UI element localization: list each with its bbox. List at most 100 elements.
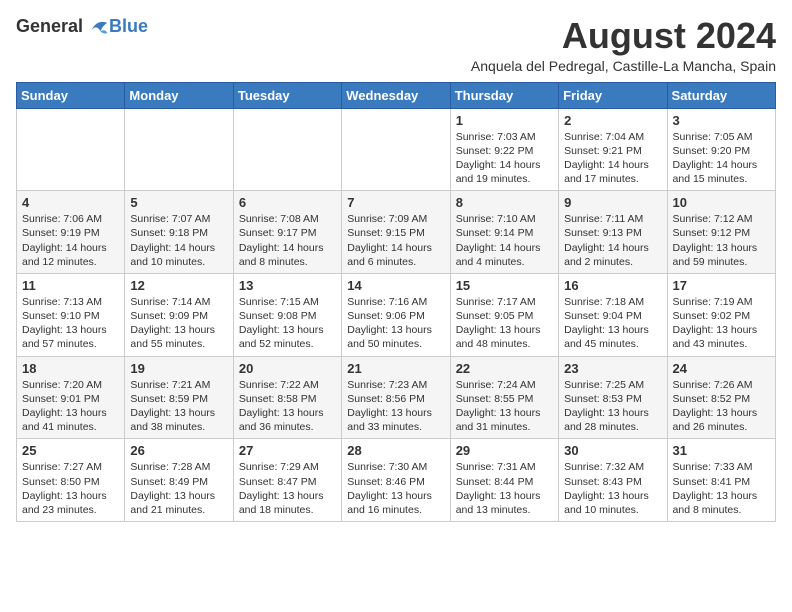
day-number: 15 xyxy=(456,278,553,293)
calendar-cell-25: 25 Sunrise: 7:27 AM Sunset: 8:50 PM Dayli… xyxy=(17,439,125,522)
calendar-cell-15: 15 Sunrise: 7:17 AM Sunset: 9:05 PM Dayli… xyxy=(450,273,558,356)
calendar-cell-2: 2 Sunrise: 7:04 AM Sunset: 9:21 PM Daylig… xyxy=(559,108,667,191)
calendar-header-saturday: Saturday xyxy=(667,82,775,108)
day-number: 7 xyxy=(347,195,444,210)
day-info: Sunrise: 7:21 AM Sunset: 8:59 PM Dayligh… xyxy=(130,378,227,435)
title-block: August 2024 Anquela del Pedregal, Castil… xyxy=(471,16,776,74)
calendar-table: SundayMondayTuesdayWednesdayThursdayFrid… xyxy=(16,82,776,522)
calendar-cell-6: 6 Sunrise: 7:08 AM Sunset: 9:17 PM Daylig… xyxy=(233,191,341,274)
calendar-cell-21: 21Sunrise: 7:23 AM Sunset: 8:56 PM Dayli… xyxy=(342,356,450,439)
calendar-cell-10: 10 Sunrise: 7:12 AM Sunset: 9:12 PM Dayli… xyxy=(667,191,775,274)
calendar-cell-30: 30 Sunrise: 7:32 AM Sunset: 8:43 PM Dayli… xyxy=(559,439,667,522)
day-number: 26 xyxy=(130,443,227,458)
calendar-cell-31: 31Sunrise: 7:33 AM Sunset: 8:41 PM Dayli… xyxy=(667,439,775,522)
calendar-cell-4: 4 Sunrise: 7:06 AM Sunset: 9:19 PM Daylig… xyxy=(17,191,125,274)
day-number: 20 xyxy=(239,361,336,376)
day-info: Sunrise: 7:10 AM Sunset: 9:14 PM Dayligh… xyxy=(456,212,553,269)
day-info: Sunrise: 7:25 AM Sunset: 8:53 PM Dayligh… xyxy=(564,378,661,435)
calendar-cell-9: 9 Sunrise: 7:11 AM Sunset: 9:13 PM Daylig… xyxy=(559,191,667,274)
day-info: Sunrise: 7:17 AM Sunset: 9:05 PM Dayligh… xyxy=(456,295,553,352)
day-number: 4 xyxy=(22,195,119,210)
logo-general: General xyxy=(16,16,83,37)
day-number: 23 xyxy=(564,361,661,376)
day-info: Sunrise: 7:13 AM Sunset: 9:10 PM Dayligh… xyxy=(22,295,119,352)
day-info: Sunrise: 7:04 AM Sunset: 9:21 PM Dayligh… xyxy=(564,130,661,187)
day-info: Sunrise: 7:14 AM Sunset: 9:09 PM Dayligh… xyxy=(130,295,227,352)
logo: General Blue xyxy=(16,16,148,37)
day-number: 11 xyxy=(22,278,119,293)
calendar-week-4: 18 Sunrise: 7:20 AM Sunset: 9:01 PM Dayli… xyxy=(17,356,776,439)
calendar-cell-12: 12 Sunrise: 7:14 AM Sunset: 9:09 PM Dayli… xyxy=(125,273,233,356)
calendar-header-thursday: Thursday xyxy=(450,82,558,108)
day-info: Sunrise: 7:12 AM Sunset: 9:12 PM Dayligh… xyxy=(673,212,770,269)
day-number: 1 xyxy=(456,113,553,128)
day-number: 9 xyxy=(564,195,661,210)
day-info: Sunrise: 7:22 AM Sunset: 8:58 PM Dayligh… xyxy=(239,378,336,435)
day-number: 10 xyxy=(673,195,770,210)
calendar-header-tuesday: Tuesday xyxy=(233,82,341,108)
day-info: Sunrise: 7:26 AM Sunset: 8:52 PM Dayligh… xyxy=(673,378,770,435)
calendar-cell-16: 16 Sunrise: 7:18 AM Sunset: 9:04 PM Dayli… xyxy=(559,273,667,356)
calendar-cell-17: 17 Sunrise: 7:19 AM Sunset: 9:02 PM Dayli… xyxy=(667,273,775,356)
day-number: 19 xyxy=(130,361,227,376)
calendar-cell-20: 20 Sunrise: 7:22 AM Sunset: 8:58 PM Dayli… xyxy=(233,356,341,439)
calendar-cell-26: 26 Sunrise: 7:28 AM Sunset: 8:49 PM Dayli… xyxy=(125,439,233,522)
calendar-cell-7: 7 Sunrise: 7:09 AM Sunset: 9:15 PM Daylig… xyxy=(342,191,450,274)
calendar-cell-14: 14Sunrise: 7:16 AM Sunset: 9:06 PM Dayli… xyxy=(342,273,450,356)
day-info: Sunrise: 7:06 AM Sunset: 9:19 PM Dayligh… xyxy=(22,212,119,269)
day-number: 12 xyxy=(130,278,227,293)
calendar-cell-23: 23 Sunrise: 7:25 AM Sunset: 8:53 PM Dayli… xyxy=(559,356,667,439)
day-number: 30 xyxy=(564,443,661,458)
day-info: Sunrise: 7:20 AM Sunset: 9:01 PM Dayligh… xyxy=(22,378,119,435)
logo-bird-icon xyxy=(85,17,109,37)
day-number: 14 xyxy=(347,278,444,293)
day-info: Sunrise: 7:32 AM Sunset: 8:43 PM Dayligh… xyxy=(564,460,661,517)
day-info: Sunrise: 7:28 AM Sunset: 8:49 PM Dayligh… xyxy=(130,460,227,517)
calendar-cell-5: 5Sunrise: 7:07 AM Sunset: 9:18 PM Daylig… xyxy=(125,191,233,274)
day-info: Sunrise: 7:30 AM Sunset: 8:46 PM Dayligh… xyxy=(347,460,444,517)
day-info: Sunrise: 7:09 AM Sunset: 9:15 PM Dayligh… xyxy=(347,212,444,269)
day-number: 6 xyxy=(239,195,336,210)
calendar-week-5: 25 Sunrise: 7:27 AM Sunset: 8:50 PM Dayli… xyxy=(17,439,776,522)
day-number: 16 xyxy=(564,278,661,293)
day-info: Sunrise: 7:24 AM Sunset: 8:55 PM Dayligh… xyxy=(456,378,553,435)
day-number: 25 xyxy=(22,443,119,458)
day-info: Sunrise: 7:31 AM Sunset: 8:44 PM Dayligh… xyxy=(456,460,553,517)
day-info: Sunrise: 7:18 AM Sunset: 9:04 PM Dayligh… xyxy=(564,295,661,352)
day-info: Sunrise: 7:27 AM Sunset: 8:50 PM Dayligh… xyxy=(22,460,119,517)
day-number: 2 xyxy=(564,113,661,128)
calendar-cell-19: 19 Sunrise: 7:21 AM Sunset: 8:59 PM Dayli… xyxy=(125,356,233,439)
calendar-cell-13: 13 Sunrise: 7:15 AM Sunset: 9:08 PM Dayli… xyxy=(233,273,341,356)
calendar-cell-empty xyxy=(233,108,341,191)
calendar-cell-28: 28 Sunrise: 7:30 AM Sunset: 8:46 PM Dayli… xyxy=(342,439,450,522)
calendar-cell-29: 29Sunrise: 7:31 AM Sunset: 8:44 PM Dayli… xyxy=(450,439,558,522)
day-info: Sunrise: 7:11 AM Sunset: 9:13 PM Dayligh… xyxy=(564,212,661,269)
day-info: Sunrise: 7:15 AM Sunset: 9:08 PM Dayligh… xyxy=(239,295,336,352)
day-number: 24 xyxy=(673,361,770,376)
day-number: 27 xyxy=(239,443,336,458)
calendar-cell-18: 18 Sunrise: 7:20 AM Sunset: 9:01 PM Dayli… xyxy=(17,356,125,439)
day-number: 18 xyxy=(22,361,119,376)
day-number: 17 xyxy=(673,278,770,293)
day-info: Sunrise: 7:08 AM Sunset: 9:17 PM Dayligh… xyxy=(239,212,336,269)
day-number: 3 xyxy=(673,113,770,128)
calendar-cell-3: 3 Sunrise: 7:05 AM Sunset: 9:20 PM Daylig… xyxy=(667,108,775,191)
logo-blue: Blue xyxy=(109,16,148,37)
calendar-header-wednesday: Wednesday xyxy=(342,82,450,108)
calendar-header-friday: Friday xyxy=(559,82,667,108)
calendar-subtitle: Anquela del Pedregal, Castille-La Mancha… xyxy=(471,58,776,74)
calendar-cell-22: 22Sunrise: 7:24 AM Sunset: 8:55 PM Dayli… xyxy=(450,356,558,439)
calendar-week-2: 4 Sunrise: 7:06 AM Sunset: 9:19 PM Daylig… xyxy=(17,191,776,274)
calendar-week-3: 11 Sunrise: 7:13 AM Sunset: 9:10 PM Dayli… xyxy=(17,273,776,356)
day-info: Sunrise: 7:19 AM Sunset: 9:02 PM Dayligh… xyxy=(673,295,770,352)
day-info: Sunrise: 7:05 AM Sunset: 9:20 PM Dayligh… xyxy=(673,130,770,187)
day-info: Sunrise: 7:07 AM Sunset: 9:18 PM Dayligh… xyxy=(130,212,227,269)
calendar-cell-27: 27Sunrise: 7:29 AM Sunset: 8:47 PM Dayli… xyxy=(233,439,341,522)
day-number: 13 xyxy=(239,278,336,293)
calendar-week-1: 1Sunrise: 7:03 AM Sunset: 9:22 PM Daylig… xyxy=(17,108,776,191)
day-info: Sunrise: 7:23 AM Sunset: 8:56 PM Dayligh… xyxy=(347,378,444,435)
calendar-cell-8: 8Sunrise: 7:10 AM Sunset: 9:14 PM Daylig… xyxy=(450,191,558,274)
day-number: 28 xyxy=(347,443,444,458)
calendar-title: August 2024 xyxy=(471,16,776,56)
calendar-header-sunday: Sunday xyxy=(17,82,125,108)
